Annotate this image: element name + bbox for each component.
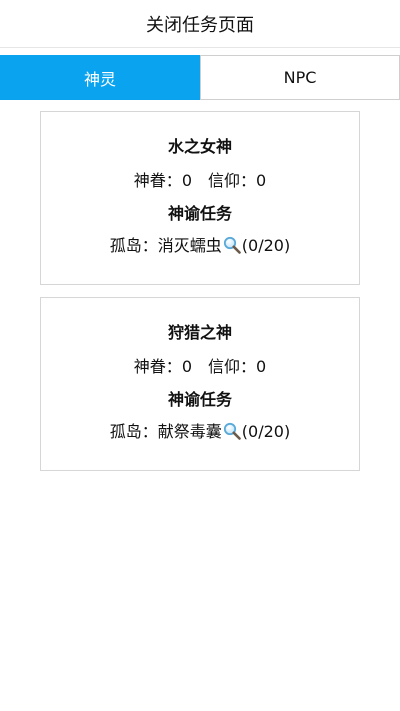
god-stats: 神眷：0 信仰：0	[41, 171, 359, 191]
tab-gods[interactable]: 神灵	[0, 55, 200, 100]
quest-progress: (0/20)	[241, 236, 291, 255]
favor-label: 神眷：	[133, 357, 182, 376]
god-card: 狩猎之神 神眷：0 信仰：0 神谕任务 孤岛：献祭毒囊 (0/20)	[40, 297, 360, 471]
header-bar: 关闭任务页面	[0, 0, 400, 48]
close-task-page-button[interactable]: 关闭任务页面	[146, 11, 254, 37]
faith-label: 信仰：	[208, 171, 257, 190]
god-name: 水之女神	[167, 137, 232, 156]
quest-progress: (0/20)	[241, 422, 291, 441]
favor-value: 0	[181, 171, 192, 190]
god-card: 水之女神 神眷：0 信仰：0 神谕任务 孤岛：消灭蠕虫 (0/20)	[40, 111, 360, 285]
oracle-quest-title: 神谕任务	[167, 390, 232, 409]
tab-npc[interactable]: NPC	[200, 55, 400, 100]
oracle-quest-title: 神谕任务	[167, 204, 232, 223]
favor-label: 神眷：	[133, 171, 182, 190]
faith-label: 信仰：	[208, 357, 257, 376]
god-name: 狩猎之神	[167, 323, 232, 342]
faith-value: 0	[256, 357, 267, 376]
faith-value: 0	[256, 171, 267, 190]
god-stats: 神眷：0 信仰：0	[41, 357, 359, 377]
favor-value: 0	[181, 357, 192, 376]
quest-location: 孤岛：	[109, 236, 158, 255]
quest-location: 孤岛：	[109, 422, 158, 441]
quest-row: 孤岛：消灭蠕虫 (0/20)	[41, 236, 359, 256]
search-icon[interactable]	[223, 422, 241, 440]
tab-bar: 神灵 NPC	[0, 55, 400, 100]
quest-name-link[interactable]: 献祭毒囊	[158, 422, 222, 441]
quest-name-link[interactable]: 消灭蠕虫	[158, 236, 222, 255]
quest-row: 孤岛：献祭毒囊 (0/20)	[41, 422, 359, 442]
search-icon[interactable]	[223, 236, 241, 254]
